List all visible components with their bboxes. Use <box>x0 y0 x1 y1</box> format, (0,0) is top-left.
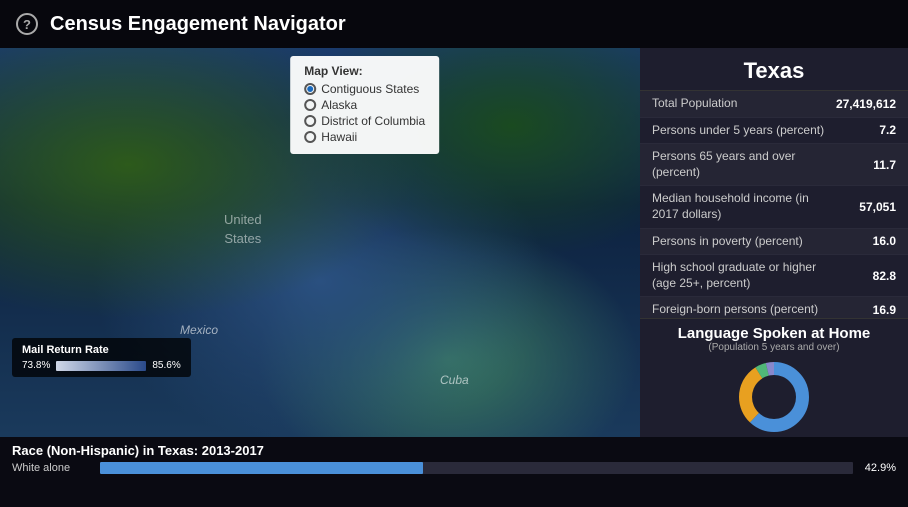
stat-row-poverty: Persons in poverty (percent) 16.0 <box>640 229 908 256</box>
language-section: Language Spoken at Home (Population 5 ye… <box>640 318 908 437</box>
stat-value-foreign: 16.9 <box>826 303 896 317</box>
legend-max: 85.6% <box>152 360 180 371</box>
race-bar-bg-white <box>100 462 853 474</box>
us-map-label: UnitedStates <box>224 211 262 247</box>
stat-label-under5: Persons under 5 years (percent) <box>652 123 826 139</box>
stat-label-poverty: Persons in poverty (percent) <box>652 234 826 250</box>
legend-min: 73.8% <box>22 360 50 371</box>
stat-row-hs: High school graduate or higher (age 25+,… <box>640 255 908 297</box>
map-legend: Mail Return Rate 73.8% 85.6% <box>12 338 191 377</box>
radio-hawaii-label: Hawaii <box>321 130 357 144</box>
app-header: ? Census Engagement Navigator <box>0 0 908 48</box>
stat-row-population: Total Population 27,419,612 <box>640 91 908 118</box>
radio-hawaii[interactable]: Hawaii <box>304 130 425 144</box>
stat-value-population: 27,419,612 <box>826 97 896 111</box>
stat-row-foreign: Foreign-born persons (percent) 16.9 <box>640 297 908 318</box>
radio-contiguous-circle <box>304 83 316 95</box>
stat-label-foreign: Foreign-born persons (percent) <box>652 302 826 318</box>
race-section-title: Race (Non-Hispanic) in Texas: 2013-2017 <box>12 443 896 458</box>
radio-alaska-label: Alaska <box>321 98 357 112</box>
state-title: Texas <box>640 48 908 91</box>
radio-alaska[interactable]: Alaska <box>304 98 425 112</box>
race-label-white: White alone <box>12 462 92 474</box>
map-section: Map View: Contiguous States Alaska Distr… <box>0 48 640 437</box>
mexico-label: Mexico <box>180 323 218 337</box>
radio-alaska-circle <box>304 99 316 111</box>
stat-row-under5: Persons under 5 years (percent) 7.2 <box>640 118 908 145</box>
donut-chart-container <box>650 357 898 437</box>
stat-value-poverty: 16.0 <box>826 234 896 248</box>
help-button[interactable]: ? <box>16 13 38 35</box>
radio-contiguous[interactable]: Contiguous States <box>304 82 425 96</box>
radio-dc-label: District of Columbia <box>321 114 425 128</box>
legend-color-bar <box>56 361 146 371</box>
race-bar-fill-white <box>100 462 423 474</box>
stat-value-income: 57,051 <box>826 200 896 214</box>
language-subtitle: (Population 5 years and over) <box>650 342 898 353</box>
stat-label-hs: High school graduate or higher (age 25+,… <box>652 260 826 291</box>
race-pct-white: 42.9% <box>861 462 896 474</box>
stat-value-under5: 7.2 <box>826 123 896 137</box>
race-row-white: White alone 42.9% <box>12 462 896 474</box>
radio-hawaii-circle <box>304 131 316 143</box>
stat-label-population: Total Population <box>652 96 826 112</box>
legend-bar-container: 73.8% 85.6% <box>22 360 181 371</box>
map-view-label: Map View: <box>304 64 425 78</box>
cuba-label: Cuba <box>440 373 469 387</box>
main-content: Map View: Contiguous States Alaska Distr… <box>0 48 908 437</box>
language-donut-chart <box>734 357 814 437</box>
stat-label-income: Median household income (in 2017 dollars… <box>652 191 826 222</box>
radio-dc-circle <box>304 115 316 127</box>
stat-row-over65: Persons 65 years and over (percent) 11.7 <box>640 144 908 186</box>
stat-label-over65: Persons 65 years and over (percent) <box>652 149 826 180</box>
map-controls: Map View: Contiguous States Alaska Distr… <box>290 56 439 154</box>
radio-dc[interactable]: District of Columbia <box>304 114 425 128</box>
bottom-section: Race (Non-Hispanic) in Texas: 2013-2017 … <box>0 437 908 507</box>
stat-value-hs: 82.8 <box>826 269 896 283</box>
stats-table: Total Population 27,419,612 Persons unde… <box>640 91 908 318</box>
stat-row-income: Median household income (in 2017 dollars… <box>640 186 908 228</box>
right-panel: Texas Total Population 27,419,612 Person… <box>640 48 908 437</box>
app-title: Census Engagement Navigator <box>50 13 346 36</box>
stat-value-over65: 11.7 <box>826 158 896 172</box>
language-title: Language Spoken at Home <box>650 325 898 342</box>
legend-title: Mail Return Rate <box>22 344 181 356</box>
radio-contiguous-label: Contiguous States <box>321 82 419 96</box>
